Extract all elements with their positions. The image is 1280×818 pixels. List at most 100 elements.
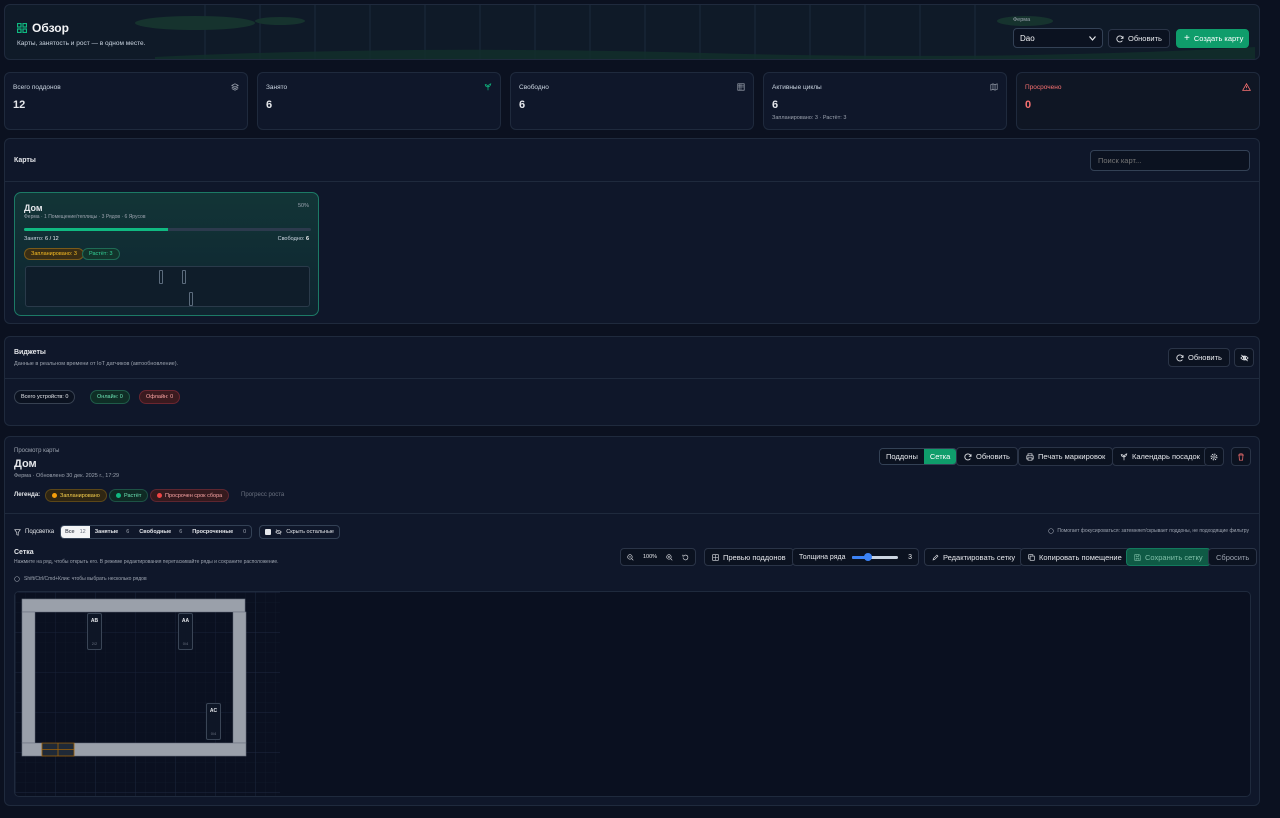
map-card-percent: 50% [297, 203, 309, 209]
legend-overdue-dot [157, 493, 162, 498]
thumb-row [159, 270, 163, 284]
focus-hint: Помогает фокусироваться: затемняет/скрыв… [1048, 528, 1249, 534]
edit-grid-button[interactable]: Редактировать сетку [924, 548, 1024, 566]
filter-occupied[interactable]: Занятые 6 [90, 526, 135, 538]
map-preview-section: Просмотр карты Дом Ферма · Обновлено 30 … [4, 436, 1260, 806]
reset-grid-label: Сбросить [1216, 552, 1250, 562]
legend-growing-label: Растёт [124, 492, 142, 499]
refresh-icon [1116, 34, 1124, 43]
stat-value: 12 [13, 99, 26, 111]
legend-growing: Растёт [109, 489, 149, 502]
filter-free[interactable]: Свободные 6 [134, 526, 187, 538]
filter-overdue-count: 0 [243, 529, 247, 535]
legend-label: Легенда: [14, 492, 41, 498]
preview-title: Дом [14, 458, 37, 470]
map-card-progress-track [24, 228, 311, 231]
planting-calendar-button[interactable]: Календарь посадок [1112, 447, 1208, 466]
total-devices-badge: Всего устройств: 0 [14, 390, 76, 404]
grid-row-AC[interactable]: AC 0/4 [206, 703, 221, 740]
widgets-title: Виджеты [14, 349, 46, 356]
hide-others-toggle[interactable]: Скрыть остальные [259, 525, 340, 539]
widgets-hide-button[interactable] [1234, 348, 1254, 367]
widgets-refresh-button[interactable]: Обновить [1168, 348, 1230, 367]
grid-description: Нажмите на ряд, чтобы открыть его. В реж… [14, 559, 279, 565]
highlight-filter-bar: Подсветка Все 12 Занятые 6 Свободные 6 П… [14, 525, 340, 539]
filter-all[interactable]: Все 12 [61, 526, 90, 538]
grid-canvas[interactable]: AB 2/2 AA 0/4 AC 0/4 [14, 591, 1251, 797]
zoom-out-icon[interactable] [627, 553, 634, 561]
preview-refresh-button[interactable]: Обновить [956, 447, 1018, 466]
page-subtitle: Карты, занятость и рост — в одном месте. [17, 40, 146, 47]
map-card-name: Дом [24, 203, 43, 213]
info-icon [14, 576, 20, 582]
refresh-icon [964, 452, 972, 461]
filter-all-label: Все [65, 529, 75, 535]
row-name: AC [209, 708, 218, 714]
info-icon [1048, 528, 1055, 534]
reset-grid-button[interactable]: Сбросить [1208, 548, 1258, 566]
row-thickness-slider[interactable] [851, 552, 898, 561]
multi-select-text: Shift/Ctrl/Cmd+Клик: чтобы выбрать неско… [24, 576, 147, 582]
copy-room-button[interactable]: Копировать помещение [1020, 548, 1130, 566]
filter-group: Все 12 Занятые 6 Свободные 6 Просроченны… [60, 525, 253, 539]
eye-off-icon [1239, 354, 1249, 362]
occupied-label: Занято: [24, 236, 44, 242]
widgets-refresh-label: Обновить [1188, 353, 1222, 362]
trays-preview-button[interactable]: Превью поддонов [704, 548, 794, 566]
badge-planned: Запланировано: 3 [24, 248, 84, 260]
filter-icon [14, 528, 21, 536]
grid-row-AA[interactable]: AA 0/4 [178, 613, 193, 650]
total-devices-label: Всего устройств: 0 [21, 394, 69, 400]
filter-free-count: 6 [179, 529, 183, 535]
preview-meta: Ферма · Обновлено 30 дек. 2025 г., 17:29 [14, 473, 120, 479]
widgets-section: Виджеты Данные в реальном времени от IoT… [4, 336, 1260, 426]
grid-row-AB[interactable]: AB 2/2 [87, 613, 102, 650]
thumb-row [189, 292, 193, 306]
zoom-controls: 100% [620, 548, 697, 566]
toggle-grid[interactable]: Сетка [923, 449, 957, 464]
refresh-icon [1176, 353, 1184, 362]
badge-growing: Растёт: 3 [82, 248, 120, 260]
save-grid-label: Сохранить сетку [1145, 552, 1203, 562]
maps-search-input[interactable] [1090, 150, 1250, 171]
header-refresh-button[interactable]: Обновить [1108, 29, 1170, 48]
toggle-trays[interactable]: Поддоны [880, 449, 924, 464]
map-card-thumbnail [25, 266, 310, 307]
farm-select[interactable]: Dao [1013, 28, 1103, 48]
filter-overdue-label: Просроченные [192, 529, 234, 535]
plus-icon: + [1184, 32, 1190, 44]
chevron-down-icon [1089, 35, 1096, 41]
print-labels-button[interactable]: Печать маркировок [1018, 447, 1114, 466]
filter-occupied-count: 6 [126, 529, 130, 535]
stat-value: 0 [1025, 99, 1032, 111]
row-thickness-control: Толщина ряда 3 [792, 548, 919, 566]
create-map-button[interactable]: + Создать карту [1176, 29, 1249, 48]
row-thickness-value: 3 [908, 553, 912, 561]
eye-off-icon [275, 529, 282, 535]
reset-zoom-icon[interactable] [682, 554, 689, 561]
online-label: Онлайн: 0 [97, 394, 123, 400]
stat-card-free: Свободно 6 [510, 72, 754, 130]
online-badge: Онлайн: 0 [90, 390, 130, 404]
save-grid-button[interactable]: Сохранить сетку [1126, 548, 1211, 566]
trays-preview-label: Превью поддонов [723, 552, 786, 562]
delete-button[interactable] [1231, 447, 1251, 466]
map-card-home[interactable]: Дом 50% Ферма · 1 Помещение/теплицы · 3 … [14, 192, 319, 316]
badge-growing-label: Растёт: 3 [89, 251, 113, 257]
slider-thumb[interactable] [863, 552, 872, 561]
maps-title: Карты [14, 157, 36, 164]
filter-overdue[interactable]: Просроченные 0 [187, 526, 251, 538]
settings-button[interactable] [1204, 447, 1224, 466]
focus-hint-text: Помогает фокусироваться: затемняет/скрыв… [1057, 528, 1249, 534]
highlight-label: Подсветка [25, 529, 55, 535]
widgets-subtitle: Данные в реальном времени от IoT датчико… [14, 361, 179, 367]
view-toggle: Поддоны Сетка [879, 448, 958, 465]
filter-all-count: 12 [79, 529, 86, 535]
stat-value: 6 [519, 99, 526, 111]
checkbox-square-icon [265, 529, 272, 535]
stat-value: 6 [266, 99, 273, 111]
zoom-in-icon[interactable] [666, 553, 673, 561]
copy-room-label: Копировать помещение [1039, 552, 1122, 562]
free-value: 6 [305, 236, 309, 242]
row-name: AA [181, 618, 190, 624]
